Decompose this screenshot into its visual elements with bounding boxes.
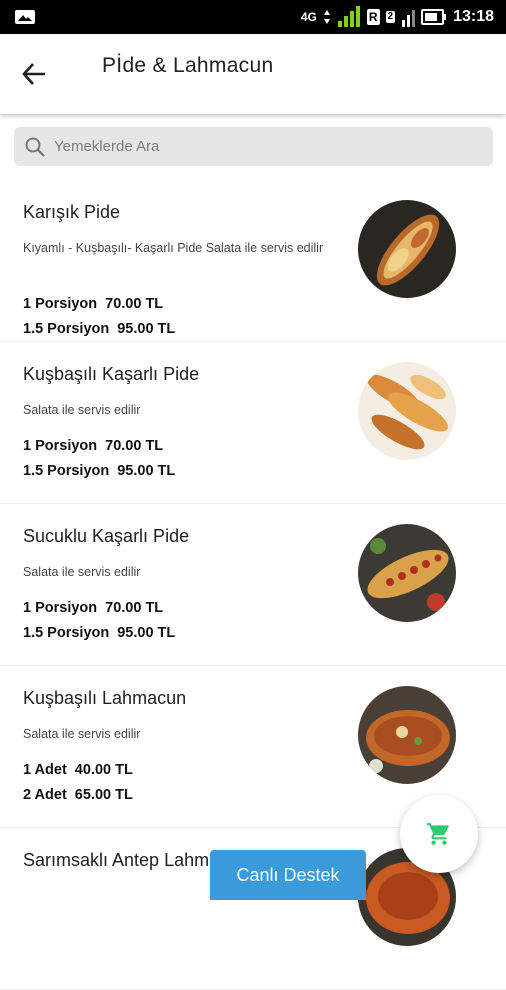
status-bar: 4G R 2 13:18 [0, 0, 506, 34]
search-input[interactable] [54, 138, 454, 155]
cart-button[interactable] [400, 795, 478, 873]
price-value: 70.00 TL [105, 438, 164, 454]
price-value: 95.00 TL [117, 463, 176, 479]
portion-label: 1 Porsiyon [23, 438, 98, 454]
price-row: 1.5 Porsiyon 95.00 TL [23, 317, 175, 342]
menu-item[interactable]: Sucuklu Kaşarlı Pide Salata ile servis e… [0, 504, 506, 666]
shopping-cart-icon [427, 823, 449, 845]
price-value: 95.00 TL [117, 625, 176, 641]
price-value: 65.00 TL [74, 787, 133, 803]
item-image [358, 686, 456, 784]
price-row: 2 Adet 65.00 TL [23, 783, 133, 808]
arrow-left-icon[interactable] [18, 58, 50, 90]
price-row: 1 Porsiyon 70.00 TL [23, 434, 175, 459]
item-prices: 1 Porsiyon 70.00 TL 1.5 Porsiyon 95.00 TL [23, 596, 175, 646]
network-type: 4G [300, 10, 317, 24]
price-value: 70.00 TL [105, 296, 164, 312]
item-image [358, 362, 456, 460]
item-image [358, 524, 456, 622]
item-name: Kuşbaşılı Lahmacun [23, 688, 187, 708]
app-bar: Pİde & Lahmacun [0, 34, 506, 114]
menu-item[interactable]: Kuşbaşılı Kaşarlı Pide Salata ile servis… [0, 342, 506, 504]
portion-label: 1 Adet [23, 762, 67, 778]
item-name: Kuşbaşılı Kaşarlı Pide [23, 364, 200, 384]
item-name: Sucuklu Kaşarlı Pide [23, 526, 190, 546]
clock: 13:18 [453, 8, 494, 25]
item-description: Kıyamlı - Kuşbaşılı- Kaşarlı Pide Salata… [23, 241, 324, 255]
live-support-button[interactable]: Canlı Destek [210, 850, 366, 900]
item-description: Salata ile servis edilir [23, 727, 141, 741]
sim2-label: R [366, 9, 380, 25]
sim2-index: 2 [385, 11, 396, 23]
item-prices: 1 Porsiyon 70.00 TL 1.5 Porsiyon 95.00 TL [23, 434, 175, 484]
item-prices: 1 Adet 40.00 TL 2 Adet 65.00 TL [23, 758, 133, 808]
portion-label: 1.5 Porsiyon [23, 463, 110, 479]
data-arrows-icon [323, 10, 330, 24]
page-title: Pİde & Lahmacun [102, 54, 274, 77]
portion-label: 2 Adet [23, 787, 67, 803]
signal-icon [337, 6, 360, 27]
item-prices: 1 Porsiyon 70.00 TL 1.5 Porsiyon 95.00 TL [23, 292, 175, 342]
signal-icon-2 [402, 10, 416, 27]
item-name: Sarımsaklı Antep Lahm [23, 850, 210, 870]
item-description: Salata ile servis edilir [23, 565, 141, 579]
portion-label: 1 Porsiyon [23, 296, 98, 312]
price-row: 1 Porsiyon 70.00 TL [23, 292, 175, 317]
price-row: 1 Adet 40.00 TL [23, 758, 133, 783]
price-value: 40.00 TL [74, 762, 133, 778]
portion-label: 1.5 Porsiyon [23, 321, 110, 337]
menu-item[interactable]: Karışık Pide Kıyamlı - Kuşbaşılı- Kaşarl… [0, 180, 506, 342]
price-value: 70.00 TL [105, 600, 164, 616]
item-description: Salata ile servis edilir [23, 403, 141, 417]
item-name: Karışık Pide [23, 202, 121, 222]
price-value: 95.00 TL [117, 321, 176, 337]
price-row: 1.5 Porsiyon 95.00 TL [23, 621, 175, 646]
search-icon [25, 137, 45, 157]
portion-label: 1 Porsiyon [23, 600, 98, 616]
price-row: 1 Porsiyon 70.00 TL [23, 596, 175, 621]
portion-label: 1.5 Porsiyon [23, 625, 110, 641]
gallery-icon [15, 10, 35, 24]
price-row: 1.5 Porsiyon 95.00 TL [23, 459, 175, 484]
battery-icon [421, 9, 447, 25]
search-bar[interactable] [14, 127, 493, 166]
item-image [358, 200, 456, 298]
